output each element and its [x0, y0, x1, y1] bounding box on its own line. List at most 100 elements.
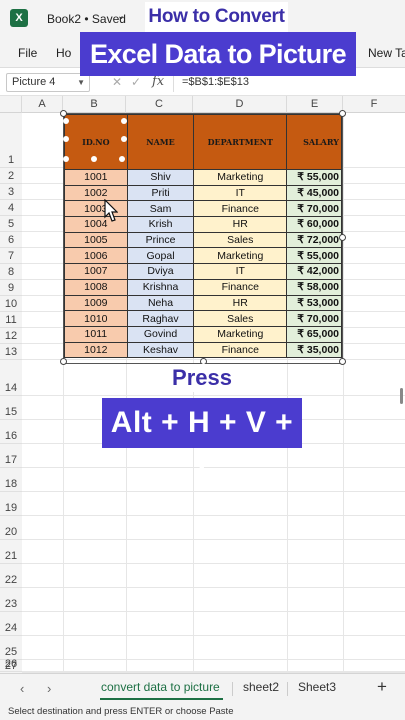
row-header[interactable]: 7	[0, 248, 22, 264]
cell-salary: ₹ 65,000	[286, 325, 342, 343]
cell-department: Sales	[193, 231, 288, 249]
resize-handle[interactable]	[339, 358, 346, 365]
row-header[interactable]: 19	[0, 492, 22, 516]
cell-id: 1012	[64, 341, 128, 359]
cell-salary: ₹ 55,000	[286, 169, 342, 186]
workbook-title[interactable]: Book2 • Saved	[47, 12, 126, 26]
table-row: 1012 Keshav Finance ₹ 35,000	[64, 341, 342, 359]
row-header[interactable]: 1	[0, 113, 22, 168]
insert-function-icon[interactable]: fx	[152, 74, 164, 89]
cell-department: Finance	[193, 341, 288, 359]
name-box-value: Picture 4	[12, 76, 56, 88]
cancel-icon[interactable]: ✕	[112, 75, 122, 89]
cell-salary: ₹ 70,000	[286, 200, 342, 218]
cell-department: Marketing	[193, 247, 288, 265]
selection-dot	[119, 156, 125, 162]
chevron-left-icon[interactable]: ‹	[20, 681, 24, 696]
row-header[interactable]: 21	[0, 540, 22, 564]
tab-new[interactable]: New Ta	[368, 46, 405, 60]
cell-id: 1005	[64, 231, 128, 249]
cell-department: Finance	[193, 278, 288, 296]
resize-handle[interactable]	[60, 110, 67, 117]
add-sheet-button[interactable]: +	[377, 677, 387, 697]
sheet-tab-sheet3[interactable]: Sheet3	[298, 680, 336, 694]
cell-department: HR	[193, 216, 288, 233]
check-icon[interactable]: ✓	[131, 75, 141, 89]
cell-salary: ₹ 58,000	[286, 278, 342, 296]
gridline	[22, 587, 405, 588]
tab-file[interactable]: File	[18, 46, 37, 60]
column-header-b[interactable]: B	[63, 96, 126, 113]
overlay-shortcut: Alt + H + V + I	[102, 398, 302, 489]
chevron-right-icon[interactable]: ›	[47, 681, 51, 696]
gridline	[22, 659, 405, 660]
overlay-press-label: Press	[163, 364, 241, 392]
cell-name: Neha	[126, 294, 195, 312]
cell-id: 1011	[64, 325, 128, 343]
cell-salary: ₹ 35,000	[286, 341, 342, 359]
pasted-picture[interactable]: ID.NO NAME DEPARTMENT SALARY 1001 Shiv Mar…	[60, 110, 346, 365]
cell-id: 1009	[64, 294, 128, 312]
selection-dot	[121, 136, 127, 142]
tab-home[interactable]: Ho	[56, 46, 71, 60]
row-header[interactable]: 12	[0, 328, 22, 344]
cell-name: Krishna	[126, 278, 195, 296]
formula-input[interactable]: =$B$1:$E$13	[182, 76, 249, 88]
row-header[interactable]: 14	[0, 360, 22, 396]
mouse-cursor-icon	[104, 199, 118, 222]
chevron-down-icon[interactable]: ⌄	[117, 11, 125, 22]
row-header[interactable]: 16	[0, 420, 22, 444]
row-header[interactable]: 6	[0, 232, 22, 248]
cell-id: 1010	[64, 310, 128, 327]
table-row: 1011 Govind Marketing ₹ 65,000	[64, 325, 342, 343]
gridline	[22, 467, 405, 468]
name-box[interactable]: Picture 4 ▼	[6, 73, 90, 92]
resize-handle[interactable]	[60, 358, 67, 365]
sheet-tab-sheet2[interactable]: sheet2	[243, 680, 279, 694]
cell-department: Marketing	[193, 325, 288, 343]
row-header[interactable]: 15	[0, 396, 22, 420]
cell-name: Prince	[126, 231, 195, 249]
row-header[interactable]: 20	[0, 516, 22, 540]
divider	[232, 682, 233, 696]
resize-handle[interactable]	[339, 110, 346, 117]
row-header[interactable]: 18	[0, 468, 22, 492]
row-header[interactable]: 4	[0, 200, 22, 216]
vertical-scrollbar[interactable]	[400, 388, 403, 404]
select-all-corner[interactable]	[0, 96, 22, 113]
header-department: DEPARTMENT	[193, 114, 288, 170]
row-header[interactable]: 8	[0, 264, 22, 280]
row-header[interactable]: 23	[0, 588, 22, 612]
table-row: 1005 Prince Sales ₹ 72,000	[64, 231, 342, 249]
sheet-tab-convert[interactable]: convert data to picture	[101, 680, 220, 694]
cell-name: Priti	[126, 184, 195, 202]
row-header[interactable]: 24	[0, 612, 22, 636]
column-header-c[interactable]: C	[126, 96, 193, 113]
cell-name: Govind	[126, 325, 195, 343]
row-header[interactable]: 13	[0, 344, 22, 360]
row-header[interactable]: 9	[0, 280, 22, 296]
cell-salary: ₹ 60,000	[286, 216, 342, 233]
header-salary: SALARY	[286, 114, 342, 170]
chevron-down-icon[interactable]: ▼	[77, 74, 85, 91]
row-header[interactable]: 5	[0, 216, 22, 232]
column-header-f[interactable]: F	[343, 96, 405, 113]
table-row: 1007 Dviya IT ₹ 42,000	[64, 263, 342, 280]
column-header-e[interactable]: E	[287, 96, 343, 113]
row-header[interactable]: 25	[0, 636, 22, 660]
column-header-a[interactable]: A	[22, 96, 63, 113]
selection-dot	[63, 136, 69, 142]
sheet-tab-bar: ‹ › convert data to picture sheet2 Sheet…	[0, 673, 405, 703]
resize-handle[interactable]	[339, 234, 346, 241]
row-header[interactable]: 10	[0, 296, 22, 312]
gridline	[22, 611, 405, 612]
divider	[287, 682, 288, 696]
row-header[interactable]: 17	[0, 444, 22, 468]
row-header[interactable]: 22	[0, 564, 22, 588]
column-header-d[interactable]: D	[193, 96, 287, 113]
row-header[interactable]: 11	[0, 312, 22, 328]
row-header[interactable]: 2	[0, 168, 22, 184]
cell-department: IT	[193, 184, 288, 202]
row-header[interactable]: 3	[0, 184, 22, 200]
table-row: 1009 Neha HR ₹ 53,000	[64, 294, 342, 312]
